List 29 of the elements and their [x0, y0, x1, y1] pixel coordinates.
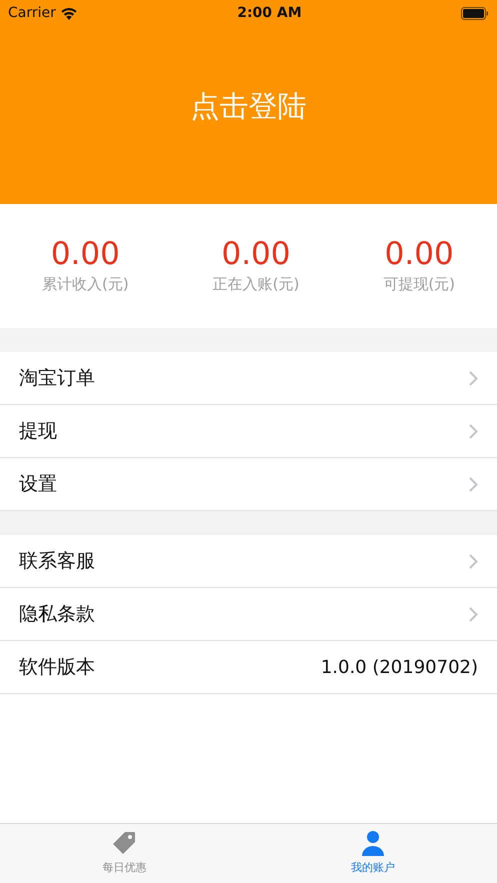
row-label: 淘宝订单	[19, 366, 95, 391]
battery-icon	[461, 6, 490, 20]
person-icon	[360, 830, 386, 856]
row-label: 隐私条款	[19, 602, 95, 627]
row-label: 软件版本	[19, 654, 95, 680]
tag-icon	[111, 830, 138, 856]
stat-value: 0.00	[384, 236, 454, 274]
chevron-icon	[469, 554, 478, 568]
wifi-icon	[60, 6, 78, 20]
status-time: 2:00 AM	[237, 4, 302, 22]
chevron-icon	[469, 424, 478, 438]
menu-row[interactable]: 淘宝订单	[0, 352, 497, 405]
carrier-label: Carrier	[8, 4, 56, 22]
stat-value: 0.00	[50, 236, 120, 274]
stat-label: 正在入账(元)	[212, 274, 300, 296]
chevron-icon	[469, 606, 478, 622]
stat-label: 累计收入(元)	[42, 274, 129, 296]
chevron-icon	[469, 370, 478, 386]
menu-row[interactable]: 联系客服	[0, 535, 497, 588]
row-label: 设置	[19, 472, 57, 497]
menu-row[interactable]: 提现	[0, 405, 497, 458]
row-value: 1.0.0 (20190702)	[320, 656, 478, 680]
tab-item[interactable]: 我的账户	[248, 824, 497, 883]
stat-label: 可提现(元)	[383, 274, 456, 296]
row-label: 提现	[19, 418, 57, 444]
menu-row[interactable]: 隐私条款	[0, 588, 497, 641]
stat-value: 0.00	[221, 236, 291, 274]
row-label: 联系客服	[19, 548, 95, 574]
chevron-icon	[469, 476, 478, 492]
